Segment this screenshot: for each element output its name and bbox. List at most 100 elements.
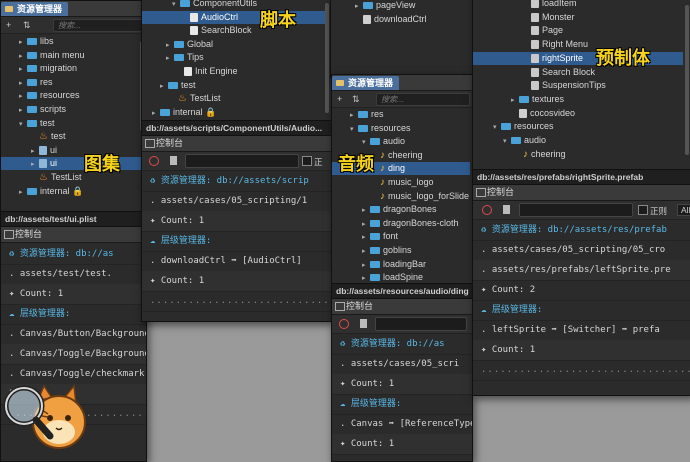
tree-item[interactable]: ♨ TestList xyxy=(1,171,141,184)
scrollbar[interactable] xyxy=(685,5,689,155)
tree-item[interactable]: ▸ loadingBar xyxy=(332,258,470,271)
console-log-line[interactable]: . Canvas/Button/Background ➡ [cc.Sprite]… xyxy=(1,324,146,345)
console-log-line[interactable]: ✦ Count: 1 xyxy=(142,211,332,232)
console-log-line[interactable]: ✦ Count: 1 xyxy=(142,271,332,292)
expand-arrow-icon[interactable]: ▾ xyxy=(493,121,501,134)
expand-arrow-icon[interactable]: ▾ xyxy=(19,118,27,131)
filter-input[interactable] xyxy=(519,203,633,217)
expand-arrow-icon[interactable]: ▸ xyxy=(160,80,168,93)
tree-item[interactable]: Init Engine xyxy=(142,65,325,78)
tree-item[interactable]: ▾ resources xyxy=(473,120,683,133)
console-log-line[interactable]: . assets/test/test. xyxy=(1,264,146,285)
sort-icon[interactable]: ⇅ xyxy=(352,94,360,105)
expand-arrow-icon[interactable]: ▸ xyxy=(19,104,27,117)
tab-console[interactable]: 控制台 xyxy=(473,185,514,199)
console-log-line[interactable]: . assets/cases/05_scripting/05_cro xyxy=(473,240,690,261)
expand-arrow-icon[interactable]: ▾ xyxy=(172,0,180,11)
add-icon[interactable]: + xyxy=(6,20,11,30)
sort-icon[interactable]: ⇅ xyxy=(23,20,31,31)
expand-arrow-icon[interactable]: ▸ xyxy=(362,204,370,217)
clear-icon[interactable] xyxy=(149,156,159,166)
console-log-line[interactable]: ♻ 资源管理器: db://assets/scrip xyxy=(142,171,332,192)
tree-item[interactable]: ▸ textures xyxy=(473,93,683,106)
expand-arrow-icon[interactable]: ▸ xyxy=(362,231,370,244)
tree-item[interactable]: Page xyxy=(473,24,683,37)
regex-checkbox[interactable] xyxy=(638,205,648,215)
expand-arrow-icon[interactable]: ▾ xyxy=(350,123,358,136)
console-log-line[interactable]: ✦ Count: 2 xyxy=(473,280,690,301)
console-log-line[interactable]: . assets/cases/05_scri xyxy=(332,354,472,375)
tab-asset-manager[interactable]: 资源管理器 xyxy=(1,2,69,16)
console-log-line[interactable]: ☁ 层级管理器: xyxy=(332,394,472,415)
tree-item[interactable]: ▾ audio xyxy=(473,134,683,147)
console-log-line[interactable]: ..................................... xyxy=(142,291,332,312)
search-input[interactable]: 搜索... xyxy=(53,19,145,32)
tree-item[interactable]: AudioCtrl xyxy=(142,10,325,24)
console-log-line[interactable]: ✦ Count: 1 xyxy=(473,340,690,361)
expand-arrow-icon[interactable]: ▸ xyxy=(511,94,519,107)
tree-item[interactable]: ▸ ui xyxy=(1,144,141,157)
expand-arrow-icon[interactable]: ▾ xyxy=(362,136,370,149)
tree-item[interactable]: ▸ res xyxy=(1,76,141,89)
tree-item[interactable]: Search Block xyxy=(473,66,683,79)
expand-arrow-icon[interactable]: ▸ xyxy=(19,77,27,90)
filter-input[interactable] xyxy=(185,154,299,168)
console-log-line[interactable]: . assets/cases/05_scripting/1 xyxy=(142,191,332,212)
search-input[interactable]: 搜索... xyxy=(376,93,470,106)
expand-arrow-icon[interactable]: ▸ xyxy=(31,158,39,171)
tree-item[interactable]: ▸ Global xyxy=(142,38,325,51)
expand-arrow-icon[interactable]: ▸ xyxy=(152,107,160,120)
tree-item[interactable]: downloadCtrl xyxy=(331,13,479,26)
tree-item[interactable]: ♪ music_logo xyxy=(332,176,470,189)
tab-asset-manager[interactable]: 资源管理器 xyxy=(332,76,400,90)
tree-item[interactable]: ▾ ComponentUtils xyxy=(142,0,325,10)
tree-item[interactable]: ♪ cheering xyxy=(473,148,683,161)
console-log-line[interactable]: . Canvas ➡ [ReferenceTypeProperties] ➡ m… xyxy=(332,414,472,435)
tree-item[interactable]: ▸ dragonBones-cloth xyxy=(332,217,470,230)
expand-arrow-icon[interactable]: ▸ xyxy=(19,186,27,199)
console-log-line[interactable]: . Canvas/Toggle/Background ➡ [cc.Sprite]… xyxy=(1,344,146,365)
add-icon[interactable]: + xyxy=(337,94,342,104)
tree-item[interactable]: ▸ internal 🔒 xyxy=(142,106,325,119)
expand-arrow-icon[interactable]: ▸ xyxy=(355,0,363,13)
clear-icon[interactable] xyxy=(339,319,349,329)
tree-item[interactable]: ▾ test xyxy=(1,117,141,130)
tree-item[interactable]: ▸ internal 🔒 xyxy=(1,185,141,198)
console-log-line[interactable]: ♻ 资源管理器: db://as xyxy=(1,244,146,265)
tree-item[interactable]: ▸ goblins xyxy=(332,244,470,257)
tree-item[interactable]: ▸ dragonBones xyxy=(332,203,470,216)
tree-item[interactable]: rightSprite xyxy=(473,51,683,65)
console-log-line[interactable]: ✦ Count: 1 xyxy=(332,374,472,395)
expand-arrow-icon[interactable]: ▸ xyxy=(19,90,27,103)
tab-console[interactable]: 控制台 xyxy=(142,136,183,150)
level-select[interactable]: All xyxy=(677,204,690,216)
expand-arrow-icon[interactable]: ▸ xyxy=(31,145,39,158)
filter-input[interactable] xyxy=(375,317,467,331)
console-log-line[interactable]: . downloadCtrl ➡ [AudioCtrl] xyxy=(142,251,332,272)
expand-arrow-icon[interactable]: ▸ xyxy=(350,109,358,122)
regex-checkbox[interactable] xyxy=(302,156,312,166)
tree-item[interactable]: ▸ test xyxy=(142,79,325,92)
tree-item[interactable]: SuspensionTips xyxy=(473,79,683,92)
console-log-line[interactable]: ................................. xyxy=(473,360,690,381)
expand-arrow-icon[interactable]: ▸ xyxy=(19,50,27,63)
tree-item[interactable]: ♨ test xyxy=(1,130,141,143)
expand-arrow-icon[interactable]: ▸ xyxy=(19,63,27,76)
expand-arrow-icon[interactable]: ▸ xyxy=(362,245,370,258)
scrollbar[interactable] xyxy=(325,3,329,113)
open-log-icon[interactable] xyxy=(360,319,367,328)
console-log-line[interactable]: ☁ 层级管理器: xyxy=(1,304,146,325)
expand-arrow-icon[interactable]: ▸ xyxy=(362,259,370,272)
tree-item[interactable]: Monster xyxy=(473,11,683,24)
open-log-icon[interactable] xyxy=(170,156,177,165)
tree-item[interactable]: ▾ audio xyxy=(332,135,470,148)
tree-item[interactable]: ♪ music_logo_forSlide xyxy=(332,190,470,203)
tree-item[interactable]: ▸ migration xyxy=(1,62,141,75)
tree-item[interactable]: ▸ main menu xyxy=(1,49,141,62)
console-log-line[interactable]: ♻ 资源管理器: db://assets/res/prefab xyxy=(473,220,690,241)
tree-item[interactable]: ▸ scripts xyxy=(1,103,141,116)
tab-console[interactable]: 控制台 xyxy=(332,299,373,313)
tree-item[interactable]: Right Menu xyxy=(473,38,683,51)
console-log-line[interactable]: ♻ 资源管理器: db://as xyxy=(332,334,472,355)
tree-item[interactable]: loadItem xyxy=(473,0,683,10)
